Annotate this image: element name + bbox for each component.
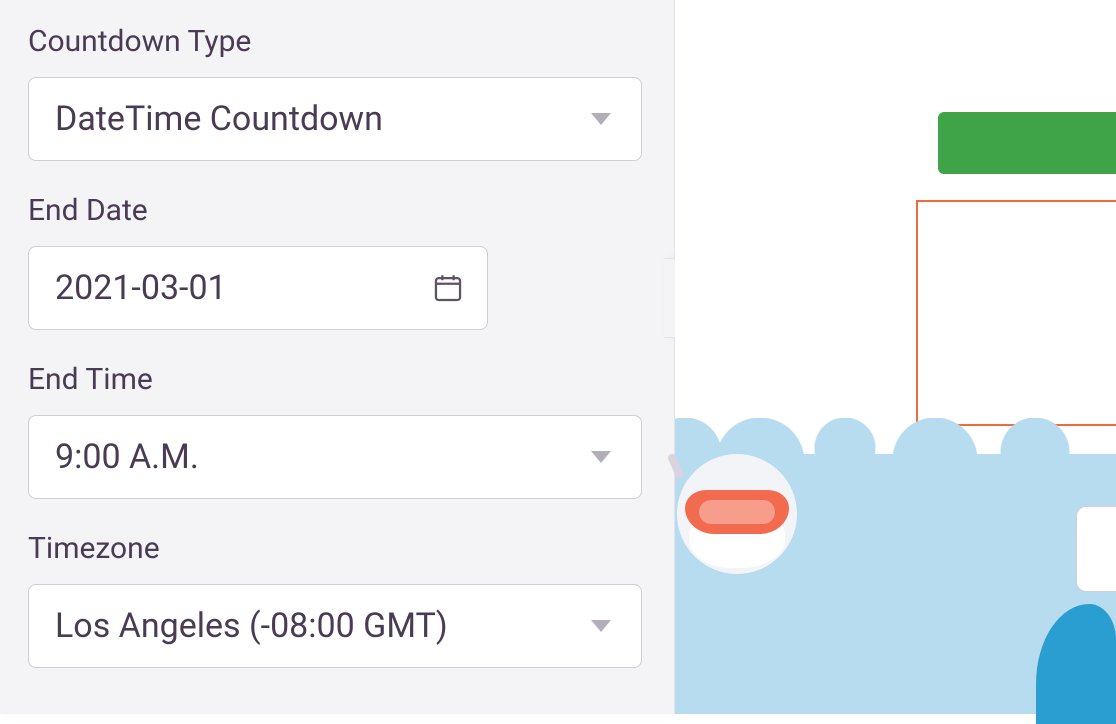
countdown-type-select[interactable]: DateTime Countdown	[28, 77, 642, 161]
end-date-input[interactable]: 2021-03-01	[28, 246, 488, 330]
preview-canvas	[675, 0, 1116, 714]
countdown-type-value: DateTime Countdown	[55, 99, 615, 139]
end-time-select[interactable]: 9:00 A.M.	[28, 415, 642, 499]
timezone-group: Timezone Los Angeles (-08:00 GMT)	[28, 531, 646, 668]
caret-down-icon	[591, 620, 611, 632]
end-date-label: End Date	[28, 193, 646, 228]
timezone-label: Timezone	[28, 531, 646, 566]
preview-white-card	[1076, 506, 1116, 592]
end-time-group: End Time 9:00 A.M.	[28, 362, 646, 499]
end-time-value: 9:00 A.M.	[55, 437, 615, 477]
caret-down-icon	[591, 451, 611, 463]
caret-down-icon	[591, 113, 611, 125]
preview-selected-element[interactable]	[916, 200, 1116, 426]
timezone-value: Los Angeles (-08:00 GMT)	[55, 606, 615, 646]
preview-illustration-blob	[1036, 604, 1116, 724]
end-date-group: End Date 2021-03-01	[28, 193, 646, 330]
end-date-value: 2021-03-01	[55, 268, 461, 308]
preview-illustration-sky	[675, 454, 1116, 714]
calendar-icon	[431, 271, 465, 305]
settings-panel: Countdown Type DateTime Countdown End Da…	[0, 0, 675, 714]
preview-illustration-astronaut	[657, 454, 817, 634]
countdown-type-label: Countdown Type	[28, 24, 646, 59]
end-time-label: End Time	[28, 362, 646, 397]
countdown-type-group: Countdown Type DateTime Countdown	[28, 24, 646, 161]
preview-green-bar	[938, 112, 1116, 174]
timezone-select[interactable]: Los Angeles (-08:00 GMT)	[28, 584, 642, 668]
